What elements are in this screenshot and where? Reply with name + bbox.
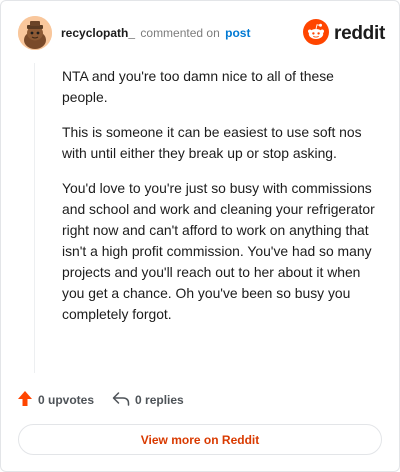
reddit-wordmark: reddit <box>334 23 385 44</box>
comment-embed-card: recyclopath_ commented on post reddit NT… <box>0 0 400 472</box>
view-more-button[interactable]: View more on Reddit <box>18 424 382 455</box>
reddit-brand-link[interactable]: reddit <box>303 18 385 50</box>
comment-paragraph: NTA and you're too damn nice to all of t… <box>62 68 334 105</box>
avatar[interactable] <box>18 16 52 50</box>
username-link[interactable]: recyclopath_ <box>61 26 135 40</box>
post-link[interactable]: post <box>225 26 250 40</box>
upvote-count: 0 upvotes <box>38 393 95 407</box>
commented-on-text: commented on <box>140 26 220 40</box>
comment-body: NTA and you're too damn nice to all of t… <box>62 66 380 339</box>
reply-count: 0 replies <box>135 393 184 407</box>
thread-line <box>34 63 35 373</box>
comment-paragraph: You'd love to you're just so busy with c… <box>62 180 375 322</box>
comment-paragraph: This is someone it can be easiest to use… <box>62 124 362 161</box>
comment-actions: 0 upvotes 0 replies <box>17 389 184 411</box>
upvote-button[interactable]: 0 upvotes <box>17 390 94 410</box>
comment-header: recyclopath_ commented on post reddit <box>18 16 386 52</box>
reply-arrow-icon <box>112 391 130 410</box>
reply-button[interactable]: 0 replies <box>112 391 184 410</box>
comment-meta: recyclopath_ commented on post <box>61 26 250 40</box>
upvote-arrow-icon <box>17 390 33 410</box>
reddit-logo-icon <box>303 18 330 50</box>
